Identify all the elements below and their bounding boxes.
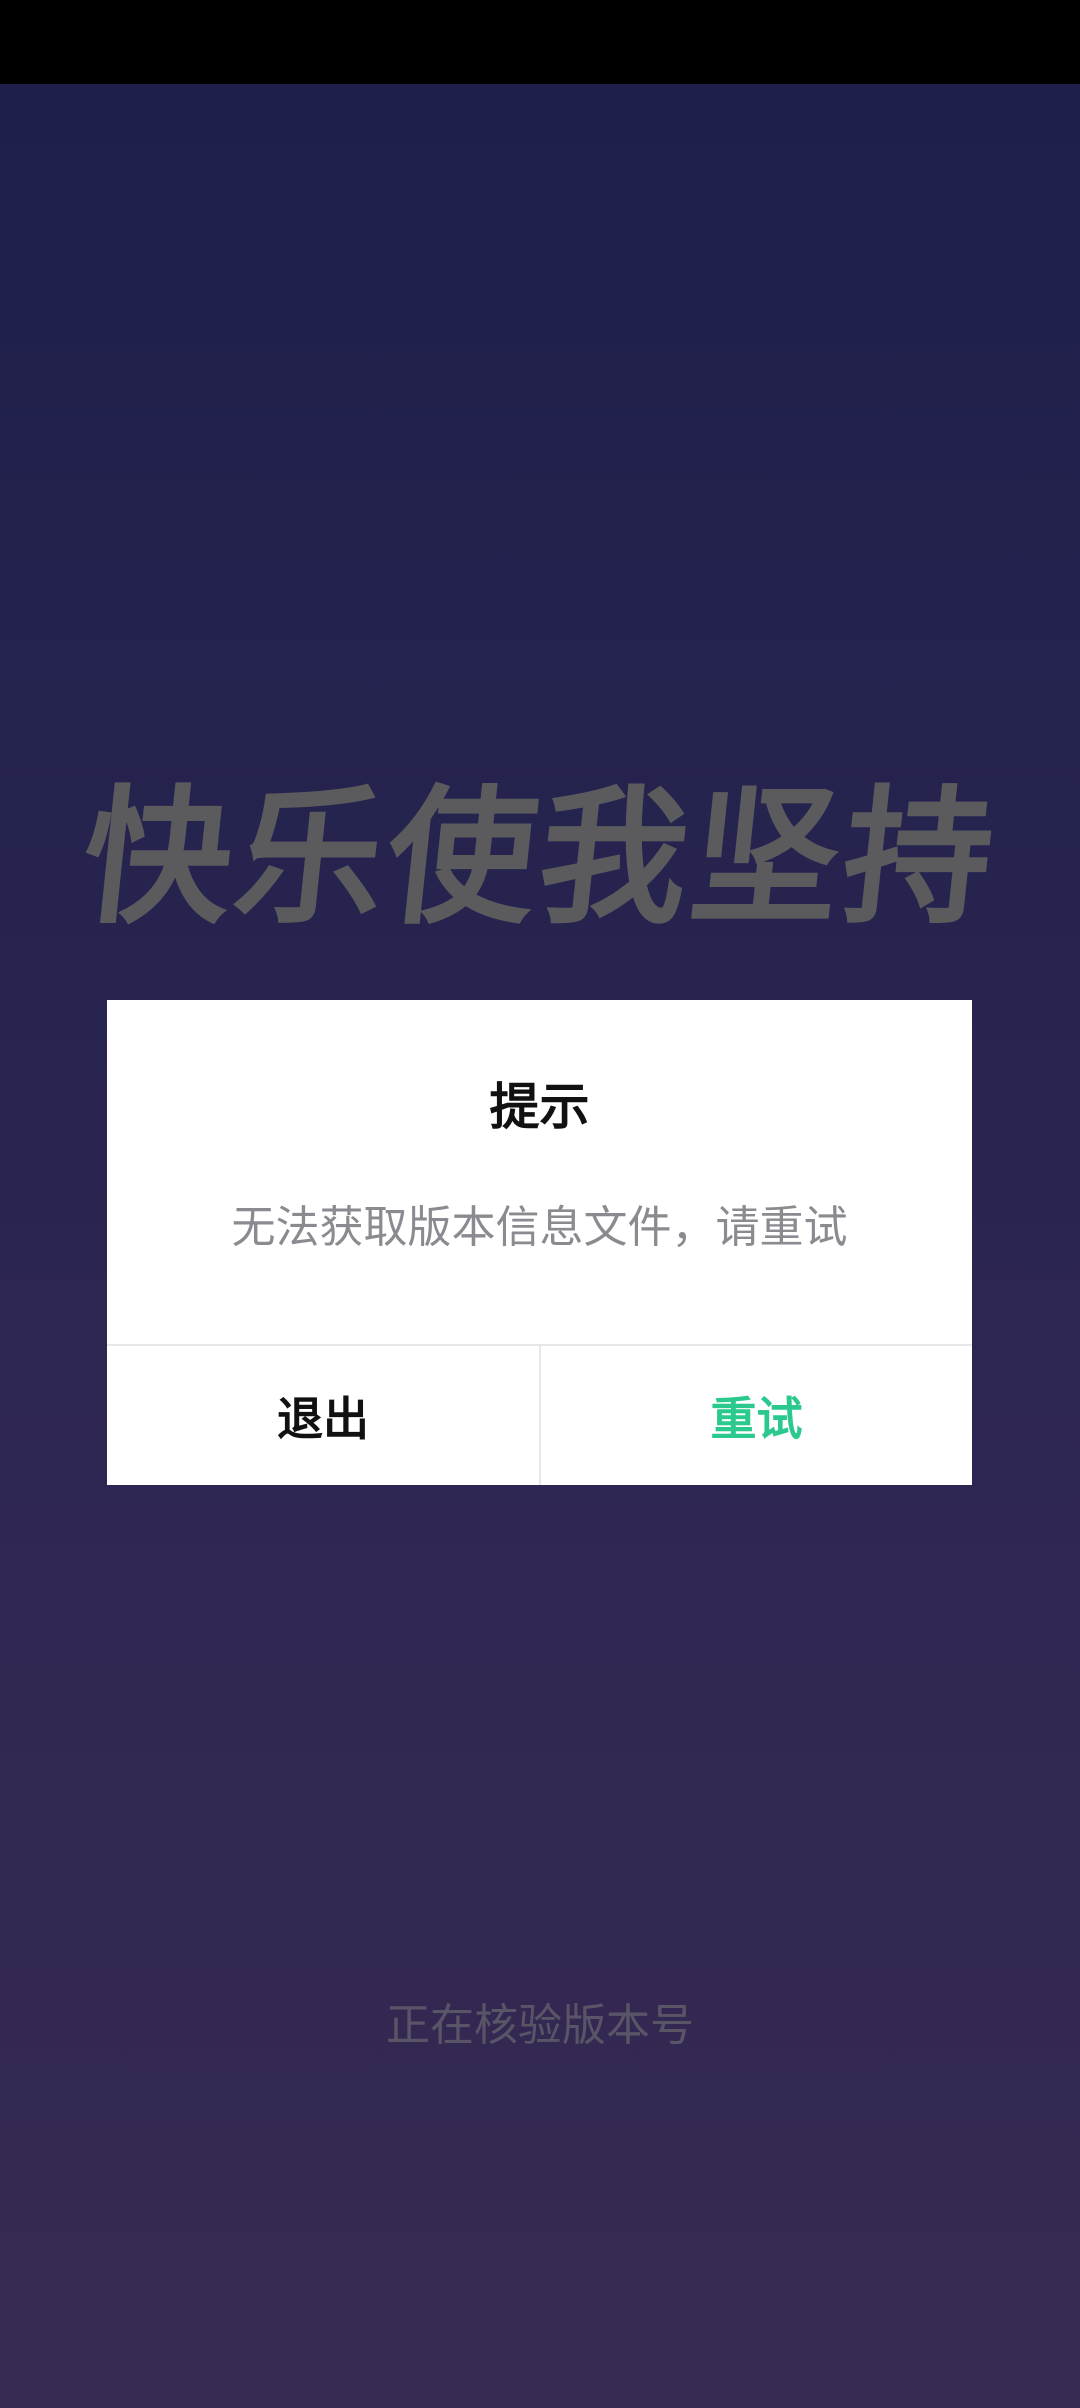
retry-button[interactable]: 重试 <box>541 1346 972 1485</box>
modal-overlay: 提示 无法获取版本信息文件，请重试 退出 重试 <box>0 0 1080 2408</box>
alert-dialog: 提示 无法获取版本信息文件，请重试 退出 重试 <box>107 1000 972 1485</box>
dialog-message: 无法获取版本信息文件，请重试 <box>231 1202 848 1253</box>
dialog-title: 提示 <box>489 1078 590 1136</box>
exit-button[interactable]: 退出 <box>107 1346 539 1485</box>
